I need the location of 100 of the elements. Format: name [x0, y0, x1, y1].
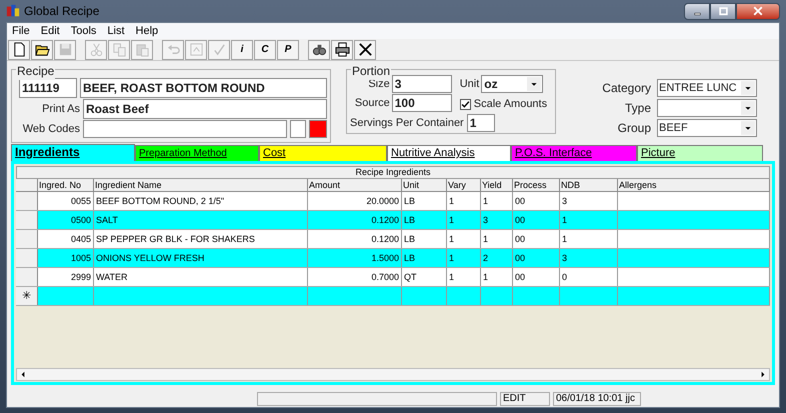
table-cell: 00 — [513, 249, 560, 267]
scale-amounts-checkbox[interactable]: Scale Amounts — [460, 96, 552, 112]
web-codes-field[interactable] — [83, 120, 287, 138]
menu-item[interactable]: Edit — [40, 22, 60, 40]
column-header[interactable]: Allergens — [618, 179, 770, 191]
tab[interactable]: Cost — [259, 145, 387, 161]
table-cell: 00 — [513, 230, 560, 248]
field-label: Print As — [41, 102, 80, 117]
dropdown[interactable]: ENTREE LUNC — [657, 79, 757, 97]
dropdown[interactable]: BEEF — [657, 119, 757, 137]
dropdown[interactable] — [657, 99, 757, 117]
field-label: Unit — [460, 76, 480, 92]
column-header[interactable]: Amount — [308, 179, 402, 191]
column-header[interactable]: Yield — [481, 179, 513, 191]
close-button[interactable] — [736, 2, 780, 20]
minimize-button[interactable] — [684, 2, 710, 20]
color-swatch[interactable] — [290, 120, 306, 138]
menu-item[interactable]: File — [12, 22, 30, 40]
checkmark-icon — [460, 100, 470, 109]
servings-field[interactable]: 1 — [466, 114, 495, 132]
source-field[interactable]: 100 — [392, 94, 452, 112]
menu-item[interactable]: Tools — [70, 22, 96, 40]
table-cell: LB — [402, 230, 447, 248]
frame-icon — [188, 42, 204, 57]
window-title: Global Recipe — [24, 3, 100, 20]
table-cell: 2999 — [38, 268, 94, 286]
table-cell: SP PEPPER GR BLK - FOR SHAKERS — [94, 230, 308, 248]
column-header[interactable]: Process — [513, 179, 560, 191]
close-icon — [358, 42, 372, 57]
toolbar-button[interactable] — [8, 40, 30, 60]
recipe-name-field[interactable]: BEEF, ROAST BOTTOM ROUND — [80, 78, 327, 98]
toolbar-button[interactable] — [354, 40, 376, 60]
save-icon — [58, 42, 72, 57]
table-cell: 1 — [447, 230, 481, 248]
toolbar-button[interactable]: P — [277, 40, 299, 60]
column-header[interactable]: NDB — [560, 179, 618, 191]
tab[interactable]: Picture — [637, 145, 763, 161]
toolbar-button[interactable]: C — [254, 40, 276, 60]
table-cell: LB — [402, 211, 447, 229]
table-cell: LB — [402, 249, 447, 267]
table-cell: SALT — [94, 211, 308, 229]
toolbar-button[interactable] — [308, 40, 330, 60]
dropdown-value: BEEF — [659, 120, 689, 136]
tab[interactable]: Nutritive Analysis — [387, 145, 511, 161]
table-cell: 1.5000 — [308, 249, 402, 267]
status-panel: 06/01/18 10:01 jjc — [553, 392, 641, 406]
paste-icon — [134, 42, 150, 57]
copy-icon — [112, 42, 126, 57]
tab[interactable]: Ingredients — [11, 144, 135, 161]
table-title: Recipe Ingredients — [16, 166, 770, 179]
menu-item[interactable]: List — [107, 22, 125, 40]
menu-item[interactable]: Help — [136, 22, 158, 40]
field-label: Group — [616, 120, 651, 137]
row-selector[interactable] — [16, 211, 38, 229]
toolbar-button[interactable] — [31, 40, 53, 60]
field-label: Type — [624, 100, 651, 117]
new-row-marker: ✳ — [16, 287, 38, 305]
horizontal-scrollbar[interactable] — [16, 368, 770, 381]
app-logo-icon — [6, 4, 20, 18]
maximize-button[interactable] — [710, 2, 736, 20]
table-cell: 1 — [481, 268, 513, 286]
row-selector[interactable] — [16, 268, 38, 286]
row-selector[interactable] — [16, 192, 38, 210]
table-cell: 1 — [481, 192, 513, 210]
column-header[interactable]: Unit — [402, 179, 447, 191]
column-header[interactable]: Ingred. No — [38, 179, 94, 191]
table-cell: LB — [402, 192, 447, 210]
toolbar-button[interactable] — [331, 40, 353, 60]
field-label: Source — [354, 96, 390, 111]
table-cell: QT — [402, 268, 447, 286]
row-selector[interactable] — [16, 249, 38, 267]
size-field[interactable]: 3 — [392, 75, 452, 93]
row-selector[interactable] — [16, 230, 38, 248]
table-cell: 00 — [513, 268, 560, 286]
undo-icon — [166, 42, 180, 57]
toolbar-button[interactable]: i — [231, 40, 253, 60]
column-header[interactable]: Ingredient Name — [94, 179, 308, 191]
dropdown-value: oz — [484, 76, 499, 93]
table-cell: 1 — [447, 268, 481, 286]
spellcheck-icon — [212, 42, 226, 57]
tab[interactable]: Preparation Method — [135, 145, 259, 161]
maximize-icon — [718, 6, 728, 16]
recipe-number-field[interactable]: 111119 — [19, 78, 77, 98]
tab[interactable]: P.O.S. Interface — [511, 145, 637, 161]
unit-dropdown[interactable]: oz — [481, 75, 544, 93]
table-cell: 00 — [513, 192, 560, 210]
column-header[interactable]: Vary — [447, 179, 481, 191]
print-as-field[interactable]: Roast Beef — [83, 99, 327, 119]
printer-icon — [334, 42, 350, 57]
table-cell: BEEF BOTTOM ROUND, 2 1/5" — [94, 192, 308, 210]
field-label: Web Codes — [22, 122, 80, 137]
cut-icon — [88, 42, 104, 57]
table-cell: 0405 — [38, 230, 94, 248]
table-cell: WATER — [94, 268, 308, 286]
table-cell: 3 — [481, 211, 513, 229]
binoculars-icon — [312, 42, 326, 57]
color-swatch[interactable] — [309, 120, 327, 138]
table-cell: 00 — [513, 211, 560, 229]
table-cell: 1 — [447, 192, 481, 210]
table-cell: 0055 — [38, 192, 94, 210]
